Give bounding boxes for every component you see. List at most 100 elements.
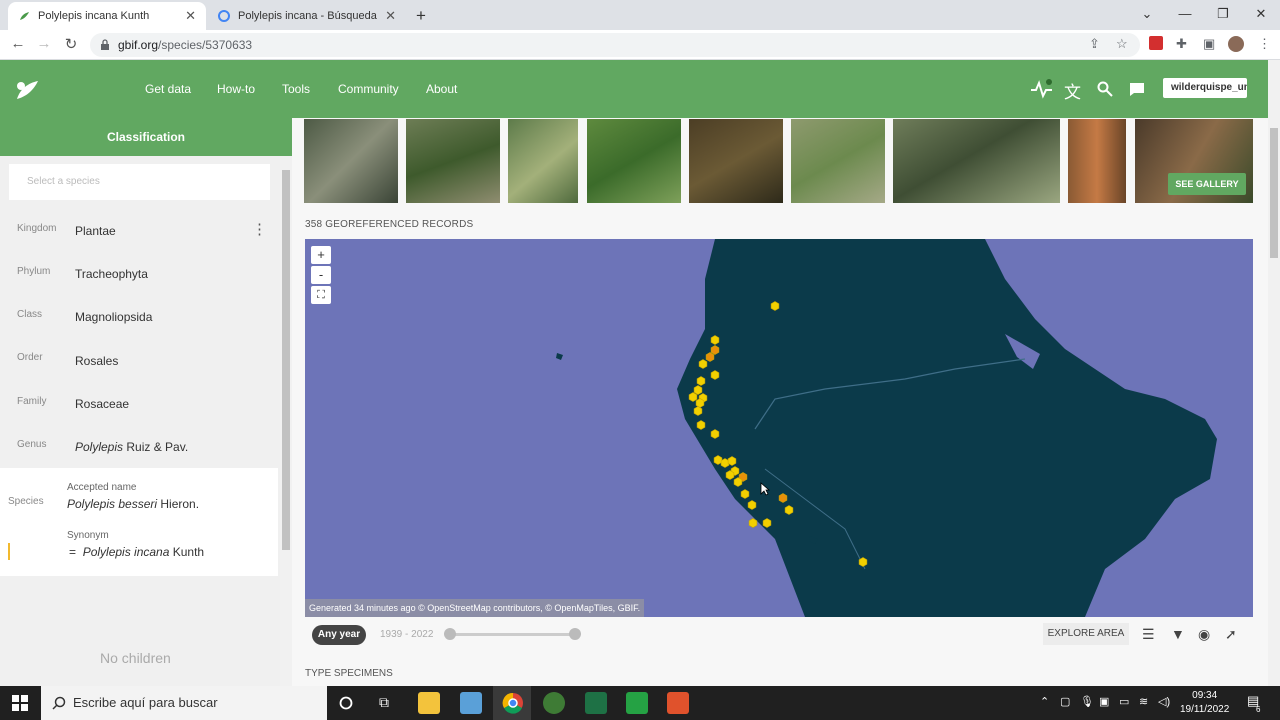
gallery-photo[interactable]: [1068, 119, 1126, 203]
app-notes-icon[interactable]: [460, 692, 482, 714]
rank-value-kingdom[interactable]: Plantae: [75, 224, 116, 238]
occurrence-hexagon[interactable]: [725, 470, 735, 480]
nav-how-to[interactable]: How-to: [217, 82, 255, 96]
tab-google[interactable]: Polylepis incana - Búsqueda de Google ✕: [208, 2, 406, 30]
excel-icon[interactable]: [585, 692, 607, 714]
qgis-icon[interactable]: [543, 692, 565, 714]
occurrence-hexagon[interactable]: [740, 489, 750, 499]
any-year-toggle[interactable]: Any year: [312, 625, 366, 645]
gallery-photo[interactable]: [791, 119, 885, 203]
restore-icon[interactable]: ❐: [1204, 0, 1242, 30]
taskbar-search-box[interactable]: Escribe aquí para buscar: [41, 686, 327, 720]
gallery-photo[interactable]: [689, 119, 783, 203]
microphone-icon[interactable]: 🎙: [1080, 695, 1094, 708]
nav-get-data[interactable]: Get data: [145, 82, 191, 96]
occurrence-map[interactable]: [305, 239, 1253, 617]
battery-icon[interactable]: ▭: [1119, 695, 1129, 708]
nav-tools[interactable]: Tools: [282, 82, 310, 96]
nav-about[interactable]: About: [426, 82, 457, 96]
accepted-name-value[interactable]: Polylepis besseri Hieron.: [67, 497, 199, 511]
filter-sliders-icon[interactable]: ☰: [1142, 626, 1155, 643]
occurrence-hexagon[interactable]: [698, 359, 708, 369]
occurrence-hexagon[interactable]: [693, 406, 703, 416]
occurrence-hexagon[interactable]: [720, 458, 730, 468]
activity-pulse-icon[interactable]: [1030, 79, 1054, 99]
back-icon[interactable]: ←: [8, 35, 28, 52]
paint-roller-icon[interactable]: ▼: [1171, 626, 1185, 642]
occurrence-hexagon[interactable]: [695, 398, 705, 408]
year-slider-start-handle[interactable]: [444, 628, 456, 640]
menu-kebab-icon[interactable]: ⋮: [1258, 36, 1271, 52]
occurrence-hexagon[interactable]: [710, 429, 720, 439]
occurrence-hexagon[interactable]: [710, 345, 720, 355]
occurrence-hexagon[interactable]: [688, 392, 698, 402]
occurrence-hexagon[interactable]: [762, 518, 772, 528]
volume-icon[interactable]: ◁): [1158, 695, 1170, 708]
occurrence-hexagon[interactable]: [705, 352, 715, 362]
occurrence-hexagon[interactable]: [696, 420, 706, 430]
puzzle-extensions-icon[interactable]: ✚: [1176, 36, 1187, 52]
share-icon[interactable]: ⇪: [1089, 36, 1100, 52]
rank-value-genus[interactable]: Polylepis Ruiz & Pav.: [75, 440, 188, 454]
reload-icon[interactable]: ↻: [61, 35, 81, 53]
globe-icon[interactable]: ◉: [1198, 626, 1210, 643]
pointer-select-icon[interactable]: ➚: [1225, 626, 1237, 643]
close-tab-icon[interactable]: ✕: [385, 8, 396, 24]
translate-icon[interactable]: 文: [1064, 78, 1081, 103]
lock-icon[interactable]: [100, 39, 110, 51]
feedback-chat-icon[interactable]: [1129, 82, 1145, 97]
rank-value-family[interactable]: Rosaceae: [75, 397, 129, 411]
profile-avatar[interactable]: [1228, 36, 1244, 52]
camtasia-icon[interactable]: [626, 692, 648, 714]
species-search-input[interactable]: Select a species: [9, 164, 270, 200]
occurrence-hexagon[interactable]: [733, 477, 743, 487]
gallery-photo[interactable]: [304, 119, 398, 203]
app-icon[interactable]: [667, 692, 689, 714]
see-gallery-button[interactable]: SEE GALLERY: [1168, 173, 1246, 195]
occurrence-hexagon[interactable]: [748, 518, 758, 528]
bookmark-star-icon[interactable]: ☆: [1116, 36, 1128, 52]
occurrence-hexagon[interactable]: [696, 376, 706, 386]
sidebar-scroll-thumb[interactable]: [282, 170, 290, 550]
camera-icon[interactable]: ▣: [1099, 695, 1109, 708]
sidepanel-icon[interactable]: ▣: [1203, 36, 1215, 52]
gallery-photo[interactable]: [893, 119, 1060, 203]
occurrence-hexagon[interactable]: [727, 456, 737, 466]
close-window-icon[interactable]: ✕: [1242, 0, 1280, 30]
chrome-icon[interactable]: [502, 692, 524, 714]
tab-gbif[interactable]: Polylepis incana Kunth ✕: [8, 2, 206, 30]
minimize-icon[interactable]: —: [1166, 0, 1204, 30]
new-tab-button[interactable]: +: [416, 6, 426, 26]
wifi-icon[interactable]: ≋: [1139, 695, 1148, 708]
cortana-icon[interactable]: [339, 696, 353, 710]
windows-start-icon[interactable]: [12, 695, 28, 711]
more-options-icon[interactable]: ⋮: [252, 220, 267, 238]
tray-chevron-icon[interactable]: ⌃: [1040, 695, 1049, 708]
occurrence-hexagon[interactable]: [710, 370, 720, 380]
occurrence-hexagon[interactable]: [770, 301, 780, 311]
nav-community[interactable]: Community: [338, 82, 399, 96]
zoom-in-button[interactable]: +: [311, 246, 331, 264]
occurrence-hexagon[interactable]: [693, 385, 703, 395]
tray-app-icon[interactable]: ▢: [1060, 695, 1070, 708]
year-slider-track[interactable]: [450, 633, 576, 636]
occurrence-hexagon[interactable]: [710, 335, 720, 345]
forward-icon[interactable]: →: [34, 35, 54, 52]
occurrence-hexagon[interactable]: [784, 505, 794, 515]
occurrence-hexagon[interactable]: [747, 500, 757, 510]
extension-icon[interactable]: [1149, 36, 1163, 50]
search-icon[interactable]: [1097, 81, 1113, 97]
occurrence-hexagon[interactable]: [713, 455, 723, 465]
task-view-icon[interactable]: ⧉: [379, 694, 389, 711]
gallery-photo[interactable]: [406, 119, 500, 203]
gallery-photo[interactable]: [587, 119, 681, 203]
occurrence-hexagon[interactable]: [858, 557, 868, 567]
taskbar-clock[interactable]: 09:34 19/11/2022: [1180, 689, 1229, 717]
synonym-value[interactable]: = Polylepis incana Kunth: [69, 545, 204, 559]
rank-value-order[interactable]: Rosales: [75, 354, 118, 368]
zoom-out-button[interactable]: -: [311, 266, 331, 284]
close-tab-icon[interactable]: ✕: [185, 8, 196, 24]
file-explorer-icon[interactable]: [418, 692, 440, 714]
explore-area-button[interactable]: EXPLORE AREA: [1043, 623, 1129, 645]
fullscreen-button[interactable]: ⛶: [311, 286, 331, 304]
